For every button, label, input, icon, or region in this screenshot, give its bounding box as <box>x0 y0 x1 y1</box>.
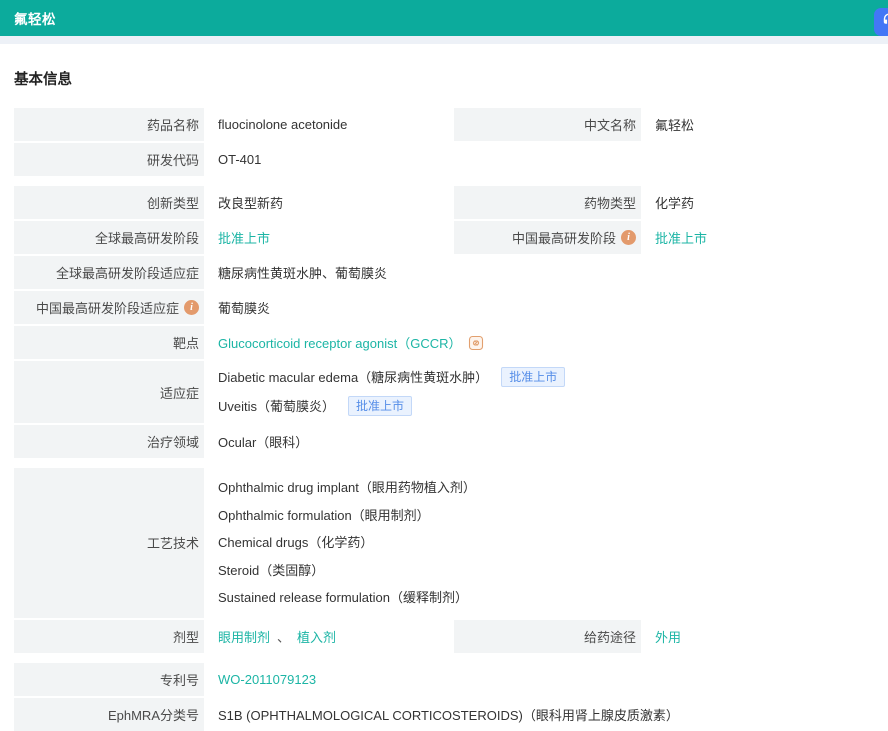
technology-item: Ophthalmic drug implant（眼用药物植入剂） <box>218 474 879 502</box>
column-gap <box>441 186 454 219</box>
list-separator: 、 <box>277 627 290 646</box>
field-value: Ocular（眼科） <box>204 425 879 458</box>
row-technology: 工艺技术 Ophthalmic drug implant（眼用药物植入剂） Op… <box>14 468 879 618</box>
china-stage-link[interactable]: 批准上市 <box>655 228 707 247</box>
global-stage-link[interactable]: 批准上市 <box>218 228 270 247</box>
row-dosage-route: 剂型 眼用制剂 、 植入剂 给药途径 外用 <box>14 620 879 653</box>
indication-text: Diabetic macular edema（糖尿病性黄斑水肿） <box>218 370 488 385</box>
technology-item: Steroid（类固醇） <box>218 557 879 585</box>
field-label: 工艺技术 <box>14 468 204 618</box>
field-label: 剂型 <box>14 620 204 653</box>
basic-info-table: 药品名称 fluocinolone acetonide 中文名称 氟轻松 研发代… <box>14 108 879 731</box>
field-label: 适应症 <box>14 361 204 423</box>
technology-item: Ophthalmic formulation（眼用制剂） <box>218 502 879 530</box>
column-gap <box>441 221 454 254</box>
row-ephmra: EphMRA分类号 S1B (OPHTHALMOLOGICAL CORTICOS… <box>14 698 879 731</box>
field-value: 糖尿病性黄斑水肿、葡萄膜炎 <box>204 256 879 289</box>
indication-item: Diabetic macular edema（糖尿病性黄斑水肿） 批准上市 <box>218 363 879 392</box>
field-label: 研发代码 <box>14 143 204 176</box>
row-global-stage-indication: 全球最高研发阶段适应症 糖尿病性黄斑水肿、葡萄膜炎 <box>14 256 879 289</box>
row-target: 靶点 Glucocorticoid receptor agonist（GCCR） <box>14 326 879 359</box>
technology-item: Sustained release formulation（缓释制剂） <box>218 584 879 612</box>
field-label: EphMRA分类号 <box>14 698 204 731</box>
field-label: 药物类型 <box>454 186 641 219</box>
route-link[interactable]: 外用 <box>655 627 681 646</box>
row-patent: 专利号 WO-2011079123 <box>14 663 879 696</box>
field-label: 全球最高研发阶段 <box>14 221 204 254</box>
row-indications: 适应症 Diabetic macular edema（糖尿病性黄斑水肿） 批准上市… <box>14 361 879 423</box>
field-value: 葡萄膜炎 <box>204 291 879 324</box>
page-background-strip <box>0 36 888 44</box>
row-innovation-type: 创新类型 改良型新药 药物类型 化学药 <box>14 186 879 219</box>
field-label: 中国最高研发阶段适应症 <box>36 298 179 317</box>
field-value: OT-401 <box>204 143 879 176</box>
info-icon[interactable]: i <box>184 300 199 315</box>
field-value: 改良型新药 <box>204 186 441 219</box>
field-label: 中国最高研发阶段 <box>512 228 616 247</box>
field-value: fluocinolone acetonide <box>204 108 441 141</box>
row-therapy-area: 治疗领域 Ocular（眼科） <box>14 425 879 458</box>
column-gap <box>441 108 454 141</box>
status-badge: 批准上市 <box>348 396 412 416</box>
section-title: 基本信息 <box>14 68 888 89</box>
field-label: 中文名称 <box>454 108 641 141</box>
target-link[interactable]: Glucocorticoid receptor agonist（GCCR） <box>218 333 461 352</box>
customer-service-icon <box>881 12 888 33</box>
field-label: 专利号 <box>14 663 204 696</box>
dosage-form-link[interactable]: 植入剂 <box>297 627 336 646</box>
support-button[interactable] <box>874 8 888 36</box>
indication-item: Uveitis（葡萄膜炎） 批准上市 <box>218 392 879 421</box>
page-title: 氟轻松 <box>14 8 56 28</box>
field-label: 药品名称 <box>14 108 204 141</box>
header-bar: 氟轻松 <box>0 0 888 36</box>
external-link-icon[interactable] <box>468 335 484 351</box>
info-icon[interactable]: i <box>621 230 636 245</box>
field-label: 创新类型 <box>14 186 204 219</box>
field-value: 化学药 <box>641 186 879 219</box>
field-label: 靶点 <box>14 326 204 359</box>
field-value: 氟轻松 <box>641 108 879 141</box>
field-value: S1B (OPHTHALMOLOGICAL CORTICOSTEROIDS)（眼… <box>204 698 879 731</box>
status-badge: 批准上市 <box>501 367 565 387</box>
indication-text: Uveitis（葡萄膜炎） <box>218 399 335 414</box>
field-label: 治疗领域 <box>14 425 204 458</box>
dosage-form-link[interactable]: 眼用制剂 <box>218 627 270 646</box>
row-china-stage-indication: 中国最高研发阶段适应症 i 葡萄膜炎 <box>14 291 879 324</box>
field-label: 给药途径 <box>454 620 641 653</box>
column-gap <box>441 620 454 653</box>
row-drug-name: 药品名称 fluocinolone acetonide 中文名称 氟轻松 <box>14 108 879 141</box>
technology-item: Chemical drugs（化学药） <box>218 529 879 557</box>
patent-link[interactable]: WO-2011079123 <box>218 672 316 687</box>
field-label: 全球最高研发阶段适应症 <box>14 256 204 289</box>
row-rd-code: 研发代码 OT-401 <box>14 143 879 176</box>
row-highest-stage: 全球最高研发阶段 批准上市 中国最高研发阶段 i 批准上市 <box>14 221 879 254</box>
